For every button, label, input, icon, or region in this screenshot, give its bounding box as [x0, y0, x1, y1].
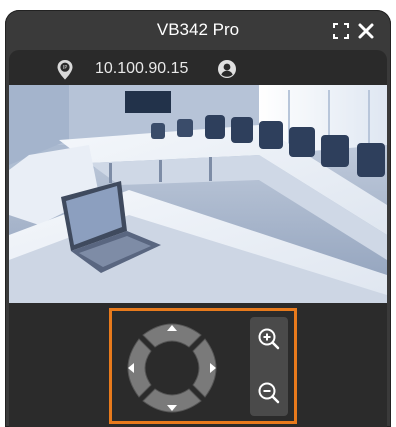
zoom-out-icon: [258, 382, 280, 404]
pan-right-button[interactable]: [192, 338, 217, 398]
title-bar: VB342 Pro: [5, 10, 391, 50]
pan-up-button[interactable]: [142, 323, 202, 348]
camera-window: VB342 Pro IP 10.100.90.15: [5, 10, 391, 427]
conference-room-image: [9, 85, 387, 303]
fullscreen-button[interactable]: [331, 21, 351, 41]
zoom-out-button[interactable]: [255, 379, 283, 407]
svg-text:IP: IP: [63, 65, 68, 71]
pan-down-button[interactable]: [142, 388, 202, 413]
direction-pad: [117, 315, 227, 421]
fullscreen-icon: [333, 23, 349, 39]
camera-video-feed[interactable]: [9, 85, 387, 303]
location-pin-icon: IP: [56, 59, 74, 81]
zoom-in-button[interactable]: [255, 325, 283, 353]
pan-left-button[interactable]: [127, 338, 152, 398]
zoom-in-icon: [258, 328, 280, 350]
ip-address: 10.100.90.15: [95, 60, 189, 77]
close-button[interactable]: [356, 21, 376, 41]
ptz-control-panel: [9, 303, 387, 427]
close-icon: [358, 23, 374, 39]
app-frame: VB342 Pro IP 10.100.90.15: [0, 0, 396, 427]
zoom-panel: [250, 317, 288, 416]
user-icon[interactable]: [217, 59, 237, 79]
info-bar: IP 10.100.90.15: [9, 50, 387, 90]
ptz-highlight-box: [109, 308, 297, 424]
